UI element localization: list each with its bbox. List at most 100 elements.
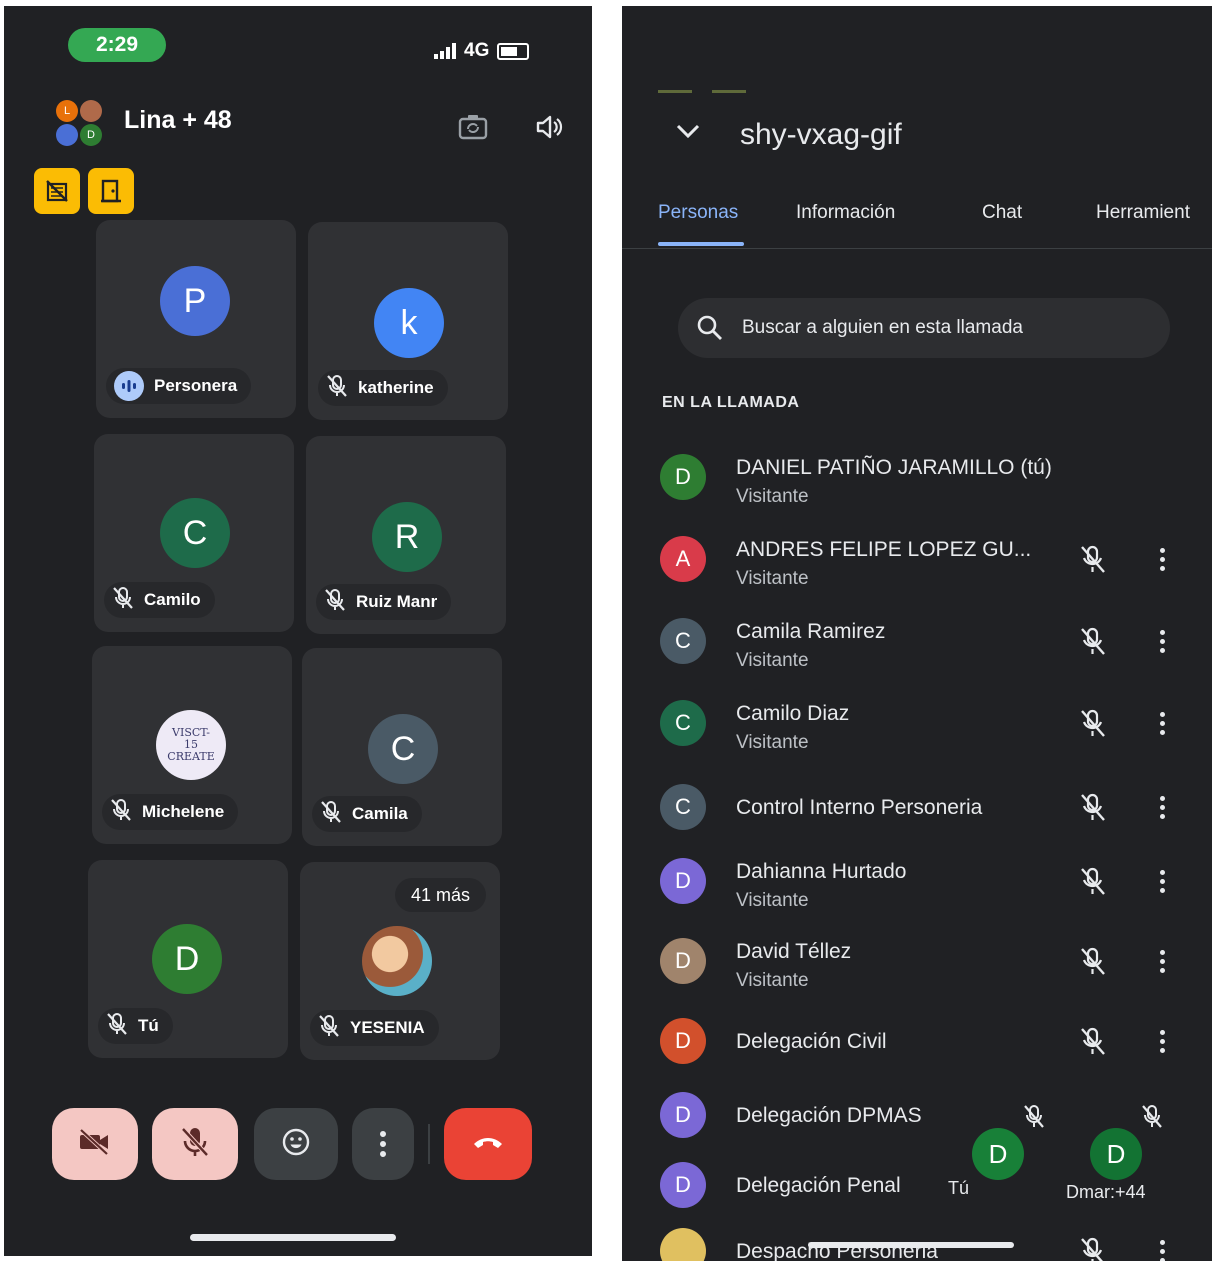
drag-handle [658,90,692,93]
more-options-button[interactable] [352,1108,414,1180]
more-options-button[interactable] [1152,626,1172,656]
participant-tile[interactable]: C Camilo [94,434,294,632]
mic-off-icon [1078,626,1108,656]
participant-avatar [660,1228,706,1261]
switch-camera-icon[interactable] [456,110,490,144]
participant-name: Personera [154,376,238,395]
participant-name: DANIEL PATIÑO JARAMILLO (tú) [736,456,1052,479]
door-icon[interactable] [88,168,134,214]
participant-row[interactable]: D DANIEL PATIÑO JARAMILLO (tú) Visitante [622,442,1212,512]
mic-off-icon [1078,866,1108,896]
mic-off-icon [1022,1104,1046,1135]
pinned-avatar[interactable]: D [1090,1128,1142,1180]
participant-tile[interactable]: D Tú [88,860,288,1058]
search-icon [696,314,724,342]
participant-tile[interactable]: R Ruiz Manr [306,436,506,634]
network-label: 4G [464,40,490,61]
tabs-divider [622,248,1212,249]
more-options-button[interactable] [1152,708,1172,738]
participant-row[interactable]: D David Téllez Visitante [622,926,1212,996]
search-bar[interactable] [678,298,1170,358]
tab-informacion[interactable]: Información [796,202,895,224]
participant-tile[interactable]: 41 más YESENIA [300,862,500,1060]
home-indicator [808,1242,1014,1248]
mic-off-button[interactable] [152,1108,238,1180]
group-avatar[interactable]: L D [54,98,106,150]
mini-avatar-photo [80,100,102,122]
participants-panel: shy-vxag-gif Personas Información Chat H… [622,6,1212,1261]
end-call-button[interactable] [444,1108,532,1180]
participant-name: katherine [358,378,434,397]
hang-up-icon [471,1134,505,1155]
pinned-label: Dmar:+44 [1066,1182,1146,1202]
more-options-button[interactable] [1152,544,1172,574]
more-options-button[interactable] [1152,792,1172,822]
participant-avatar: D [660,858,706,904]
section-title: EN LA LLAMADA [662,394,800,411]
camera-off-button[interactable] [52,1108,138,1180]
mic-off-icon [1140,1104,1164,1135]
photo-text: VISCT-15 CREATE [167,726,215,763]
call-title[interactable]: Lina + 48 [124,106,232,135]
participant-role: Visitante [736,890,809,911]
status-icons: 4G [434,40,530,62]
participant-tile[interactable]: VISCT-15 CREATE Michelene [92,646,292,844]
participant-photo: VISCT-15 CREATE [156,710,226,780]
mic-off-icon [320,800,342,829]
tab-chat[interactable]: Chat [982,202,1022,224]
more-options-button[interactable] [1152,1026,1172,1056]
participant-role: Visitante [736,486,809,507]
participant-avatar: C [660,618,706,664]
mini-avatar: L [56,100,78,122]
self-view-avatar[interactable]: D [972,1128,1024,1180]
mic-off-icon [318,1014,340,1043]
participant-name: YESENIA [350,1018,425,1037]
controls-divider [428,1124,430,1164]
more-options-button[interactable] [1152,946,1172,976]
self-view-label: Tú [948,1178,970,1198]
participant-row[interactable]: Despacho Personeria [622,1216,1212,1261]
participant-label: Camilo [104,582,215,618]
participant-label: Ruiz Manr [316,584,452,620]
mic-off-icon [324,588,346,617]
speaker-icon[interactable] [532,110,566,144]
participant-name: Camila Ramirez [736,620,886,643]
participant-row[interactable]: D Dahianna Hurtado Visitante [622,846,1212,916]
reactions-button[interactable] [254,1108,338,1180]
participant-role: Visitante [736,970,809,991]
mic-off-icon [1078,708,1108,738]
participant-photo [362,926,432,996]
participant-row[interactable]: D Delegación Civil [622,1006,1212,1076]
mini-avatar: D [80,124,102,146]
participant-row[interactable]: C Camilo Diaz Visitante [622,688,1212,758]
participant-avatar: P [160,266,230,336]
participant-avatar: C [160,498,230,568]
participant-row[interactable]: A ANDRES FELIPE LOPEZ GU... Visitante [622,524,1212,594]
more-options-button[interactable] [1152,1236,1172,1261]
active-tab-indicator [658,242,744,246]
participant-role: Visitante [736,650,809,671]
more-options-button[interactable] [1152,866,1172,896]
mic-off-icon [1078,792,1108,822]
chevron-down-icon[interactable] [672,118,704,151]
participant-avatar: C [660,700,706,746]
participant-name: Delegación Penal [736,1174,901,1197]
mic-off-icon [112,586,134,615]
more-participants-badge[interactable]: 41 más [394,878,486,912]
mic-off-icon [106,1012,128,1041]
emoji-icon [281,1127,311,1162]
participant-name: Michelene [142,802,225,821]
tab-personas[interactable]: Personas [658,202,738,224]
participant-tile[interactable]: k katherine [308,222,508,420]
search-input[interactable] [740,316,1144,340]
tab-herramientas[interactable]: Herramient [1096,202,1190,224]
mic-off-icon [180,1126,210,1163]
participant-avatar: D [152,924,222,994]
participant-row[interactable]: C Control Interno Personeria [622,772,1212,842]
battery-icon [497,42,530,60]
participant-tile[interactable]: C Camila [302,648,502,846]
mic-off-icon [326,374,348,403]
participant-tile[interactable]: P Personera [96,220,296,418]
no-recording-icon[interactable] [34,168,80,214]
participant-row[interactable]: C Camila Ramirez Visitante [622,606,1212,676]
